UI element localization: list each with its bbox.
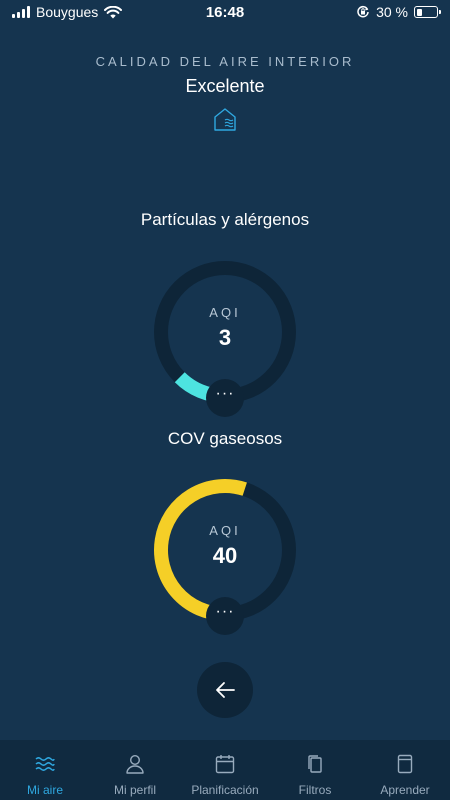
particles-more-button[interactable]: ···: [206, 379, 244, 417]
waves-icon: [35, 757, 55, 771]
screen: Bouygues 16:48 30 % CALIDAD DEL AIRE INT…: [0, 0, 450, 800]
air-quality-status: Excelente: [185, 76, 265, 96]
particles-aqi-label: AQI: [209, 305, 241, 320]
particles-gauge: AQI 3 ···: [150, 257, 300, 417]
status-right: 30 %: [356, 4, 441, 20]
nav-label: Mi perfil: [113, 783, 156, 797]
back-button[interactable]: [197, 662, 253, 718]
nav-item-planificacion[interactable]: Planificación: [180, 740, 270, 800]
filters-icon: [308, 755, 322, 773]
book-icon: [397, 754, 413, 774]
nav-item-mi-aire[interactable]: Mi aire: [0, 740, 90, 800]
voc-more-button[interactable]: ···: [206, 597, 244, 635]
particles-aqi-value: 3: [218, 325, 232, 350]
house-air-icon: [214, 108, 236, 131]
calendar-icon: [215, 755, 235, 774]
nav-item-aprender[interactable]: Aprender: [360, 740, 450, 800]
nav-label: Planificación: [191, 783, 259, 797]
status-bar: Bouygues 16:48 30 %: [0, 0, 450, 24]
orientation-lock-icon: [357, 5, 369, 18]
battery-percent: 30 %: [376, 4, 408, 20]
nav-item-mi-perfil[interactable]: Mi perfil: [90, 740, 180, 800]
nav-item-filtros[interactable]: Filtros: [270, 740, 360, 800]
voc-aqi-value: 40: [212, 543, 238, 568]
bottom-nav: Mi aire Mi perfil Planificación Filtros: [0, 740, 450, 800]
particles-title: Partículas y alérgenos: [140, 210, 310, 229]
arrow-left-icon: [216, 682, 235, 698]
user-icon: [126, 754, 144, 774]
voc-gauge: AQI 40 ···: [150, 475, 300, 635]
voc-title: COV gaseosos: [167, 429, 283, 448]
nav-label: Filtros: [298, 783, 332, 797]
nav-label: Mi aire: [26, 783, 63, 797]
page-subtitle: CALIDAD DEL AIRE INTERIOR: [95, 54, 355, 69]
voc-aqi-label: AQI: [209, 523, 241, 538]
battery-icon: [414, 6, 441, 18]
nav-label: Aprender: [380, 783, 430, 797]
